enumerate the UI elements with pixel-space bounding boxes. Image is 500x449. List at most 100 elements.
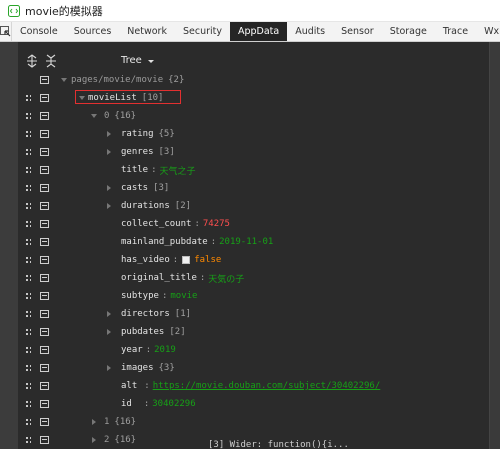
collapse-box-icon[interactable] (40, 148, 49, 156)
collapse-all-icon[interactable] (43, 53, 59, 69)
collapse-box-icon[interactable] (40, 184, 49, 192)
collapsed-arrow-icon[interactable] (107, 149, 111, 155)
drag-handle-icon[interactable] (25, 220, 31, 228)
collapse-box-icon[interactable] (40, 76, 49, 84)
tab-sensor[interactable]: Sensor (333, 22, 382, 41)
tree-row[interactable]: subtype : movie (18, 287, 489, 305)
collapsed-arrow-icon[interactable] (92, 437, 96, 443)
tree-value-boolean[interactable]: false (194, 255, 221, 265)
collapse-box-icon[interactable] (40, 130, 49, 138)
drag-handle-icon[interactable] (25, 112, 31, 120)
collapse-box-icon[interactable] (40, 256, 49, 264)
tree-row[interactable]: durations [2] (18, 197, 489, 215)
vertical-scrollbar[interactable] (489, 42, 500, 449)
drag-handle-icon[interactable] (25, 346, 31, 354)
drag-handle-icon[interactable] (25, 166, 31, 174)
tree-key: alt (121, 381, 138, 391)
tree-value-string[interactable]: movie (170, 291, 197, 301)
tree-row[interactable]: pubdates [2] (18, 323, 489, 341)
tree-row[interactable]: id : 30402296 (18, 395, 489, 413)
collapse-box-icon[interactable] (40, 238, 49, 246)
tab-wxml[interactable]: Wxml (476, 22, 500, 41)
drag-handle-icon[interactable] (25, 328, 31, 336)
collapse-box-icon[interactable] (40, 418, 49, 426)
tree-row[interactable]: year : 2019 (18, 341, 489, 359)
collapsed-arrow-icon[interactable] (107, 185, 111, 191)
drag-handle-icon[interactable] (25, 202, 31, 210)
tree-value-string[interactable]: 天気の子 (208, 272, 244, 285)
collapse-box-icon[interactable] (40, 400, 49, 408)
collapse-box-icon[interactable] (40, 94, 49, 102)
drag-handle-icon[interactable] (25, 310, 31, 318)
expanded-arrow-icon[interactable] (61, 78, 67, 82)
drag-handle-icon[interactable] (25, 94, 31, 102)
tree-view-dropdown[interactable]: Tree (121, 55, 154, 66)
tab-console[interactable]: Console (12, 22, 66, 41)
inspect-element-button[interactable] (0, 22, 12, 41)
collapsed-arrow-icon[interactable] (107, 131, 111, 137)
drag-handle-icon[interactable] (25, 256, 31, 264)
expand-all-icon[interactable] (24, 53, 40, 69)
tab-storage[interactable]: Storage (382, 22, 435, 41)
tab-appdata[interactable]: AppData (229, 22, 288, 41)
drag-handle-icon[interactable] (25, 238, 31, 246)
drag-handle-icon[interactable] (25, 382, 31, 390)
collapse-box-icon[interactable] (40, 292, 49, 300)
collapsed-arrow-icon[interactable] (107, 311, 111, 317)
tree-meta: {3} (158, 363, 175, 373)
collapse-box-icon[interactable] (40, 166, 49, 174)
tree-row[interactable]: alt : https://movie.douban.com/subject/3… (18, 377, 489, 395)
tree-row[interactable]: directors [1] (18, 305, 489, 323)
tree-row[interactable]: original_title : 天気の子 (18, 269, 489, 287)
collapsed-arrow-icon[interactable] (107, 203, 111, 209)
expanded-arrow-icon[interactable] (79, 96, 85, 100)
tab-security[interactable]: Security (175, 22, 230, 41)
tree-row[interactable]: mainland_pubdate : 2019-11-01 (18, 233, 489, 251)
boolean-checkbox[interactable] (182, 256, 191, 264)
drag-handle-icon[interactable] (25, 130, 31, 138)
collapsed-arrow-icon[interactable] (92, 419, 96, 425)
collapse-box-icon[interactable] (40, 328, 49, 336)
tab-network[interactable]: Network (119, 22, 175, 41)
tree-value-string[interactable]: 天气之子 (160, 164, 196, 177)
tree-row[interactable]: pages/movie/movie {2} (18, 71, 489, 89)
tab-audits[interactable]: Audits (287, 22, 333, 41)
tree-row[interactable]: 1 {16} (18, 413, 489, 431)
tab-trace[interactable]: Trace (435, 22, 476, 41)
drag-handle-icon[interactable] (25, 436, 31, 444)
tree-value-string[interactable]: 30402296 (152, 399, 195, 409)
collapse-box-icon[interactable] (40, 220, 49, 228)
tree-row[interactable]: 0 {16} (18, 107, 489, 125)
tree-row[interactable]: casts [3] (18, 179, 489, 197)
collapsed-arrow-icon[interactable] (107, 329, 111, 335)
drag-handle-icon[interactable] (25, 364, 31, 372)
drag-handle-icon[interactable] (25, 148, 31, 156)
tab-sources[interactable]: Sources (66, 22, 120, 41)
collapse-box-icon[interactable] (40, 382, 49, 390)
tree-value-string[interactable]: 2019-11-01 (219, 237, 273, 247)
collapse-box-icon[interactable] (40, 112, 49, 120)
collapse-box-icon[interactable] (40, 310, 49, 318)
tree-row[interactable]: has_video : false (18, 251, 489, 269)
drag-handle-icon[interactable] (25, 274, 31, 282)
tree-row[interactable]: title : 天气之子 (18, 161, 489, 179)
collapsed-arrow-icon[interactable] (107, 365, 111, 371)
tree-value-string[interactable]: 2019 (154, 345, 176, 355)
tree-value-number[interactable]: 74275 (203, 219, 230, 229)
drag-handle-icon[interactable] (25, 418, 31, 426)
tree-row[interactable]: rating {5} (18, 125, 489, 143)
collapse-box-icon[interactable] (40, 346, 49, 354)
tree-row[interactable]: collect_count : 74275 (18, 215, 489, 233)
drag-handle-icon[interactable] (25, 184, 31, 192)
expanded-arrow-icon[interactable] (91, 114, 97, 118)
collapse-box-icon[interactable] (40, 274, 49, 282)
collapse-box-icon[interactable] (40, 436, 49, 444)
tree-row[interactable]: movieList [10] (18, 89, 489, 107)
alt-url-link[interactable]: https://movie.douban.com/subject/3040229… (153, 381, 381, 391)
drag-handle-icon[interactable] (25, 400, 31, 408)
collapse-box-icon[interactable] (40, 364, 49, 372)
drag-handle-icon[interactable] (25, 292, 31, 300)
collapse-box-icon[interactable] (40, 202, 49, 210)
tree-row[interactable]: images {3} (18, 359, 489, 377)
tree-row[interactable]: genres [3] (18, 143, 489, 161)
